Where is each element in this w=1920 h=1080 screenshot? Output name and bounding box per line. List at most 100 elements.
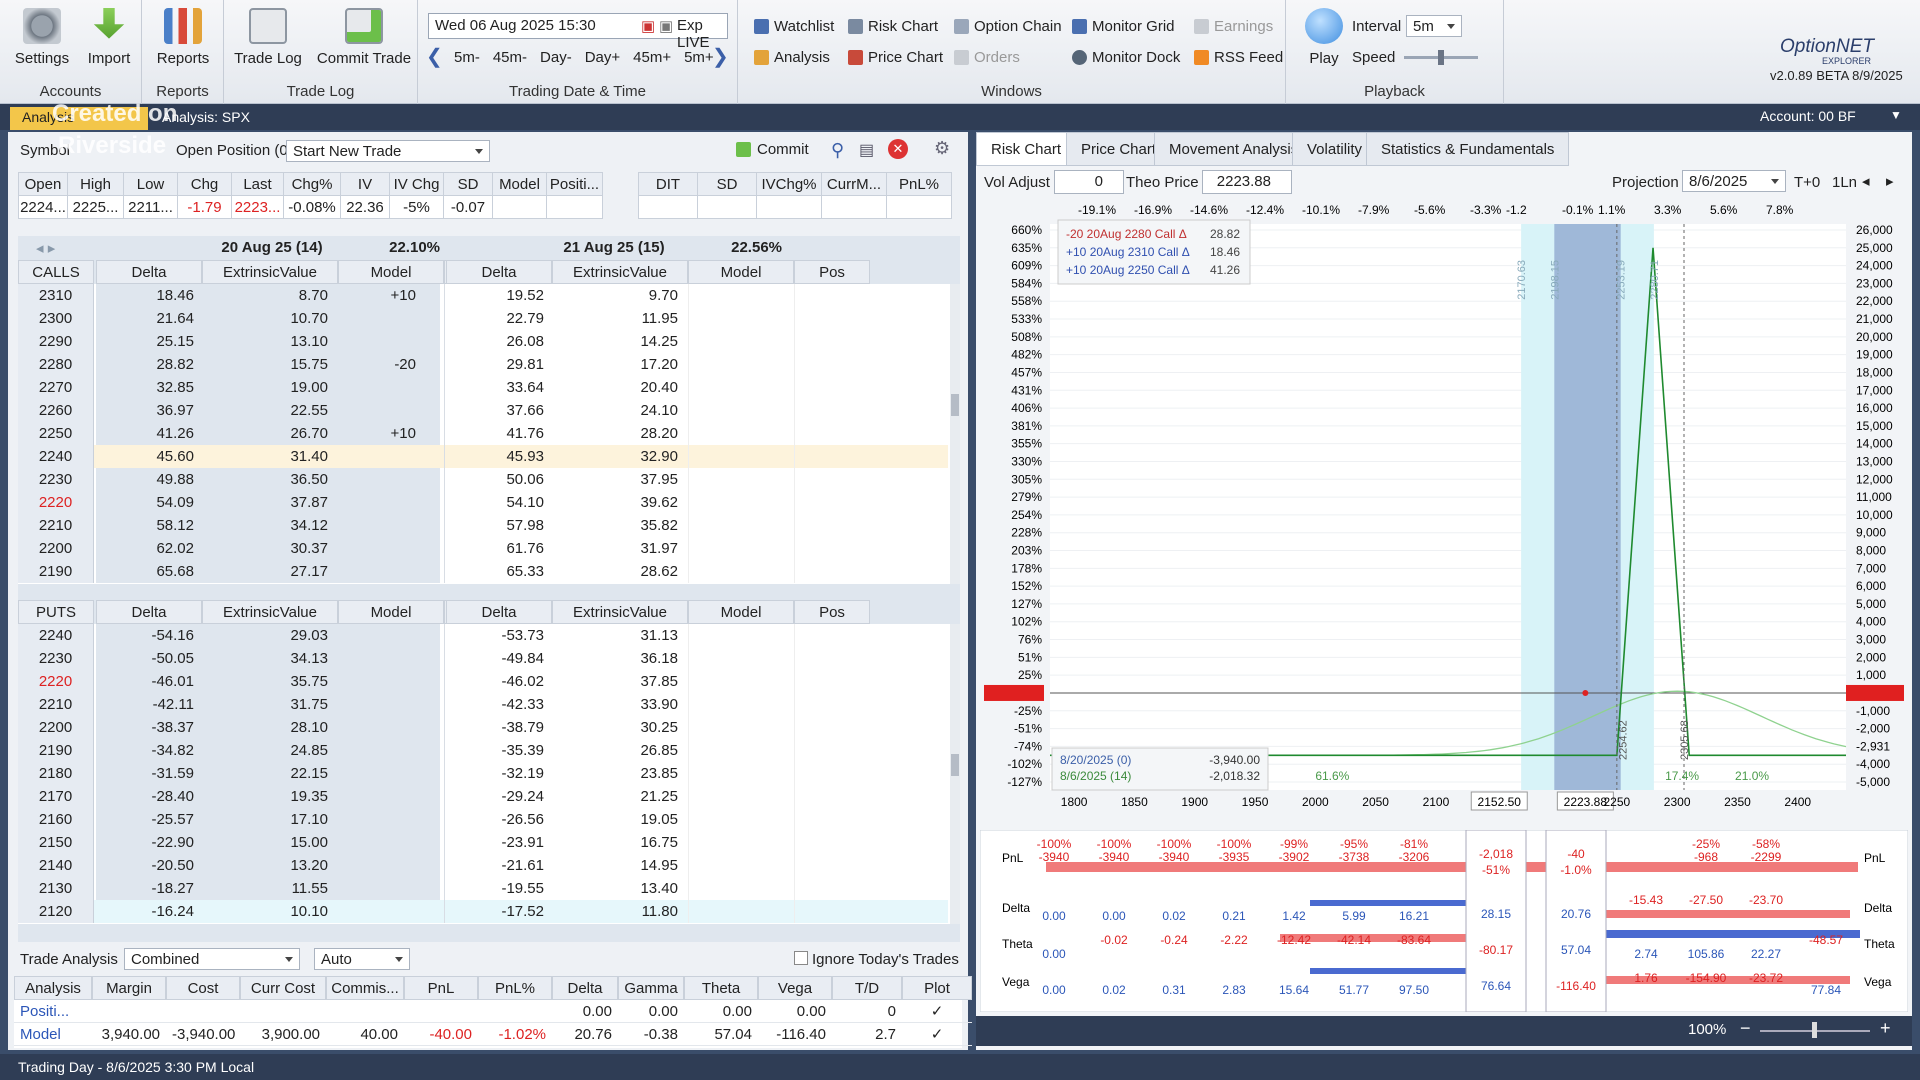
theo-price-input[interactable]: 2223.88 [1202,170,1292,194]
table-row[interactable]: 2240 -54.16 29.03 -53.73 31.13 [18,624,948,647]
model-cell[interactable] [338,399,424,422]
model-cell[interactable] [338,514,424,537]
close-icon[interactable]: ✕ [888,139,908,159]
table-row[interactable]: 2120 -16.24 10.10 -17.52 11.80 [18,900,948,923]
plot-checkbox[interactable]: ✓ [902,1023,972,1046]
step-45m-plus[interactable]: 45m+ [633,49,671,66]
commit-button[interactable]: Commit [736,141,809,158]
column-header[interactable]: Delta [96,600,202,624]
interval-select[interactable]: 5m [1406,15,1462,37]
live-checkbox-icon[interactable]: ▣ [659,17,673,35]
pos-cell[interactable] [794,739,944,762]
pos-cell[interactable] [794,560,944,583]
model-cell[interactable] [688,284,794,307]
table-row[interactable]: 2210 -42.11 31.75 -42.33 33.90 [18,693,948,716]
model-cell[interactable] [338,307,424,330]
pos-cell[interactable] [794,491,944,514]
chevron-down-icon[interactable]: ▼ [1890,108,1902,122]
table-row[interactable]: 2300 21.64 10.70 22.79 11.95 [18,307,948,330]
table-row[interactable]: 2280 28.82 15.75 -20 29.81 17.20 [18,353,948,376]
calls-scrollbar[interactable] [950,284,960,584]
pos-cell[interactable] [794,762,944,785]
model-cell[interactable] [688,353,794,376]
model-cell[interactable] [688,877,794,900]
step-day-minus[interactable]: Day- [540,49,572,66]
model-cell[interactable] [338,560,424,583]
model-cell[interactable] [338,376,424,399]
watchlist-button[interactable]: Watchlist [754,18,834,35]
model-cell[interactable] [688,445,794,468]
table-row[interactable]: 2130 -18.27 11.55 -19.55 13.40 [18,877,948,900]
play-button[interactable]: Play [1294,8,1354,67]
table-row[interactable]: 2230 -50.05 34.13 -49.84 36.18 [18,647,948,670]
model-cell[interactable] [688,854,794,877]
table-row[interactable]: 2210 58.12 34.12 57.98 35.82 [18,514,948,537]
step-forward-icon[interactable]: ❯ [712,44,729,69]
calendar-icon[interactable]: ▣ [641,17,655,35]
model-cell[interactable]: -20 [338,353,424,376]
column-header[interactable]: Model [688,260,794,284]
commit-trade-button[interactable]: Commit Trade [312,8,416,67]
table-row[interactable]: 2230 49.88 36.50 50.06 37.95 [18,468,948,491]
pos-cell[interactable] [794,808,944,831]
pos-cell[interactable] [794,445,944,468]
export-icon[interactable]: ▤ [859,140,874,160]
model-cell[interactable] [688,831,794,854]
table-row[interactable]: 2170 -28.40 19.35 -29.24 21.25 [18,785,948,808]
auto-select[interactable]: Auto [314,948,410,970]
model-cell[interactable] [688,537,794,560]
pos-cell[interactable] [794,624,944,647]
search-icon[interactable]: ⚲ [831,140,844,161]
table-row[interactable]: 2140 -20.50 13.20 -21.61 14.95 [18,854,948,877]
pos-cell[interactable] [794,330,944,353]
pos-cell[interactable] [794,785,944,808]
column-header[interactable]: Model [338,600,444,624]
price-chart-button[interactable]: Price Chart [848,49,943,66]
combined-select[interactable]: Combined [124,948,300,970]
model-cell[interactable] [688,716,794,739]
model-cell[interactable] [688,900,794,923]
projection-select[interactable]: 8/6/2025 [1682,170,1786,192]
gear-icon[interactable]: ⚙ [934,138,950,159]
pos-cell[interactable] [794,399,944,422]
model-cell[interactable] [688,399,794,422]
model-cell[interactable] [688,514,794,537]
step-back-icon[interactable]: ❮ [426,44,443,69]
import-button[interactable]: Import [80,8,138,67]
column-header[interactable]: Model [338,260,444,284]
pos-cell[interactable] [794,284,944,307]
column-header[interactable]: ExtrinsicValue [202,600,338,624]
puts-scroll-thumb[interactable] [951,754,959,776]
model-cell[interactable] [338,445,424,468]
plot-checkbox[interactable]: ✓ [902,1000,972,1023]
model-cell[interactable] [338,537,424,560]
pos-cell[interactable] [794,468,944,491]
pos-cell[interactable] [794,307,944,330]
calls-scroll-thumb[interactable] [951,394,959,416]
table-row[interactable]: 2290 25.15 13.10 26.08 14.25 [18,330,948,353]
zoom-out-icon[interactable]: − [1740,1018,1751,1039]
table-row[interactable]: 2270 32.85 19.00 33.64 20.40 [18,376,948,399]
pos-cell[interactable] [794,376,944,399]
settings-button[interactable]: Settings [10,8,74,67]
reports-button[interactable]: Reports [150,8,216,67]
option-chain-button[interactable]: Option Chain [954,18,1062,35]
table-row[interactable]: 2240 45.60 31.40 45.93 32.90 [18,445,948,468]
tab-risk-chart[interactable]: Risk Chart [976,132,1077,166]
step-day-plus[interactable]: Day+ [585,49,620,66]
step-5m-minus[interactable]: 5m- [454,49,480,66]
table-row[interactable]: 2220 -46.01 35.75 -46.02 37.85 [18,670,948,693]
monitor-dock-button[interactable]: Monitor Dock [1072,49,1180,66]
model-cell[interactable] [688,693,794,716]
datetime-box[interactable]: Wed 06 Aug 2025 15:30 ▣ ▣ Exp LIVE [428,13,728,51]
ignore-today-checkbox[interactable] [794,951,808,965]
next-icon[interactable]: ▸ [1886,172,1894,190]
model-cell[interactable] [688,762,794,785]
tab-volatility[interactable]: Volatility [1292,132,1378,166]
analysis-button[interactable]: Analysis [754,49,830,66]
table-row[interactable]: 2190 65.68 27.17 65.33 28.62 [18,560,948,583]
model-cell[interactable] [688,491,794,514]
start-new-trade-select[interactable]: Start New Trade [286,140,490,162]
risk-chart[interactable]: 660% 635% 609% 584% 558% 533% 508% 482% 457% 431%… [976,200,1912,860]
vol-adjust-input[interactable]: 0 [1054,170,1124,194]
